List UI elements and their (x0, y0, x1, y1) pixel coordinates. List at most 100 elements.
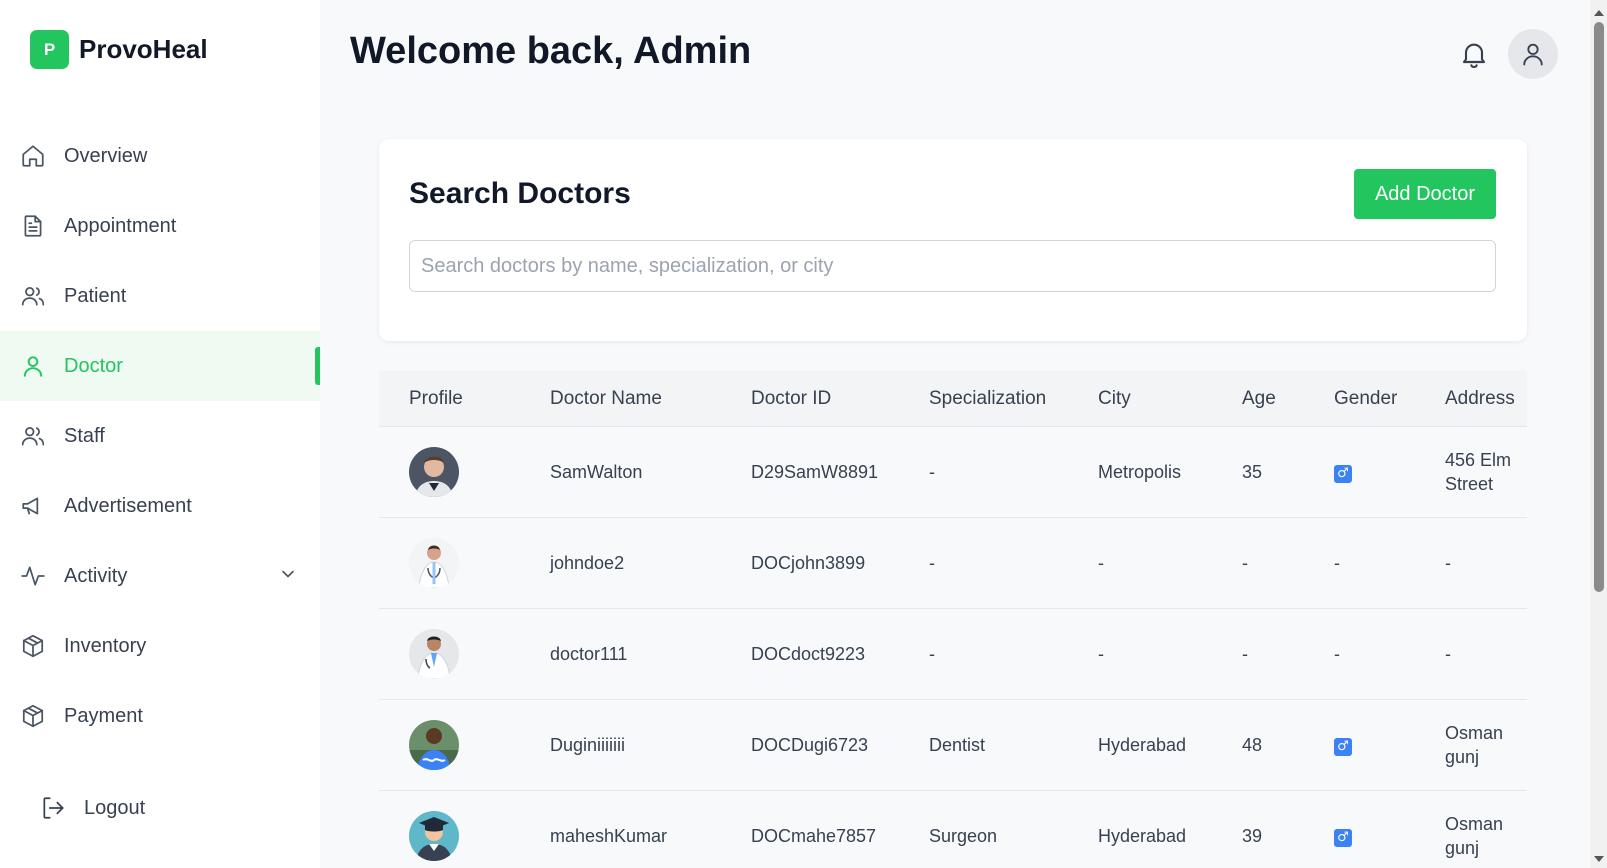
profile-cell (379, 629, 520, 679)
sidebar-item-overview[interactable]: Overview (0, 121, 320, 191)
sidebar-nav: Overview Appointment Patient Doctor Staf… (0, 121, 320, 751)
column-header: Specialization (929, 387, 1047, 409)
city-cell: Hyderabad (1098, 825, 1187, 846)
address-cell: Osman gunj (1445, 723, 1504, 767)
city-cell: Metropolis (1098, 461, 1182, 482)
doctor-id-cell: DOCdoct9223 (751, 643, 866, 664)
profile-avatar-button[interactable] (1508, 29, 1558, 79)
doctor-name-cell: maheshKumar (550, 825, 668, 846)
brand-name: ProvoHeal (79, 34, 208, 64)
sidebar-item-appointment[interactable]: Appointment (0, 191, 320, 261)
scrollbar-thumb[interactable] (1594, 22, 1604, 592)
table-row[interactable]: SamWalton D29SamW8891 - Metropolis 35 ♂ … (379, 427, 1527, 518)
active-indicator (315, 347, 320, 385)
sidebar-item-inventory[interactable]: Inventory (0, 611, 320, 681)
sidebar: P ProvoHeal Overview Appointment Patient… (0, 0, 320, 868)
activity-icon (21, 566, 45, 586)
doctor-name-cell: doctor111 (550, 643, 628, 664)
sidebar-item-label: Doctor (64, 354, 123, 377)
doctor-avatar (409, 538, 459, 588)
male-icon: ♂ (1334, 829, 1352, 847)
megaphone-icon (22, 497, 39, 515)
doctor-avatar (409, 447, 459, 497)
sidebar-item-patient[interactable]: Patient (0, 261, 320, 331)
sidebar-item-label: Overview (64, 144, 148, 167)
address-cell: - (1445, 644, 1451, 664)
doctor-name-cell: johndoe2 (550, 552, 625, 573)
scroll-up-arrow-icon[interactable] (1594, 10, 1604, 16)
table-row[interactable]: maheshKumar DOCmahe7857 Surgeon Hyderaba… (379, 791, 1527, 868)
sidebar-item-doctor[interactable]: Doctor (0, 331, 320, 401)
doctor-name-cell: Duginiiiiiii (550, 734, 626, 755)
home-icon (22, 145, 44, 167)
sidebar-item-activity[interactable]: Activity (0, 541, 320, 611)
male-icon: ♂ (1334, 465, 1352, 483)
profile-cell (379, 538, 520, 588)
specialization-cell: - (929, 461, 935, 482)
gender-cell: - (1334, 552, 1340, 573)
sidebar-item-label: Activity (64, 564, 128, 587)
document-icon (24, 215, 42, 237)
bell-icon[interactable] (1458, 38, 1490, 70)
page-title: Welcome back, Admin (350, 30, 752, 72)
profile-cell (379, 811, 520, 861)
address-cell: 456 Elm Street (1445, 450, 1512, 494)
table-row[interactable]: johndoe2 DOCjohn3899 - - - - - (379, 518, 1527, 609)
doctor-avatar (409, 811, 459, 861)
gender-cell: ♂ (1304, 461, 1421, 483)
sidebar-item-label: Inventory (64, 634, 147, 657)
specialization-cell: - (929, 552, 935, 573)
sidebar-item-label: Payment (64, 704, 143, 727)
address-cell: - (1445, 553, 1451, 573)
add-doctor-button[interactable]: Add Doctor (1354, 169, 1496, 219)
gender-cell: - (1334, 643, 1340, 664)
sidebar-item-label: Appointment (64, 214, 177, 237)
table-row[interactable]: doctor111 DOCdoct9223 - - - - - (379, 609, 1527, 700)
age-cell: 39 (1242, 825, 1263, 846)
gender-cell: ♂ (1304, 825, 1421, 847)
column-header: City (1098, 387, 1131, 409)
sidebar-item-label: Staff (64, 424, 105, 447)
column-header: Doctor Name (550, 387, 662, 409)
column-header: Gender (1334, 387, 1398, 409)
age-cell: - (1242, 643, 1248, 664)
brand[interactable]: P ProvoHeal (30, 30, 208, 69)
column-header: Profile (409, 387, 463, 409)
gender-cell: ♂ (1304, 734, 1421, 756)
address-cell: Osman gunj (1445, 814, 1504, 858)
chevron-down-icon[interactable] (278, 564, 298, 584)
male-icon: ♂ (1334, 738, 1352, 756)
sidebar-item-staff[interactable]: Staff (0, 401, 320, 471)
specialization-cell: Dentist (929, 734, 986, 755)
profile-cell (379, 447, 520, 497)
city-cell: Hyderabad (1098, 734, 1187, 755)
logout-button[interactable]: Logout (40, 795, 145, 821)
search-input[interactable] (409, 240, 1496, 292)
sidebar-item-label: Advertisement (64, 494, 192, 517)
sidebar-item-payment[interactable]: Payment (0, 681, 320, 751)
doctor-avatar (409, 720, 459, 770)
doctor-id-cell: DOCjohn3899 (751, 552, 866, 573)
page-scrollbar[interactable] (1590, 0, 1607, 868)
table-row[interactable]: Duginiiiiiii DOCDugi6723 Dentist Hyderab… (379, 700, 1527, 791)
brand-logo: P (30, 30, 69, 69)
scroll-down-arrow-icon[interactable] (1594, 856, 1604, 862)
doctor-id-cell: D29SamW8891 (751, 461, 879, 482)
users-icon (21, 287, 45, 306)
doctor-avatar (409, 629, 459, 679)
users-icon (21, 427, 45, 446)
column-header: Age (1242, 387, 1276, 409)
specialization-cell: Surgeon (929, 825, 998, 846)
search-card-title: Search Doctors (409, 177, 631, 210)
doctor-id-cell: DOCmahe7857 (751, 825, 877, 846)
table-header: Profile Doctor Name Doctor ID Specializa… (379, 371, 1527, 427)
profile-cell (379, 720, 520, 770)
sidebar-item-advertisement[interactable]: Advertisement (0, 471, 320, 541)
column-header: Address (1445, 387, 1515, 409)
logout-label: Logout (84, 796, 146, 819)
column-header: Doctor ID (751, 387, 832, 409)
city-cell: - (1098, 552, 1104, 573)
user-icon (23, 356, 43, 377)
user-icon (1523, 43, 1543, 66)
search-card: Search Doctors Add Doctor (379, 139, 1527, 341)
